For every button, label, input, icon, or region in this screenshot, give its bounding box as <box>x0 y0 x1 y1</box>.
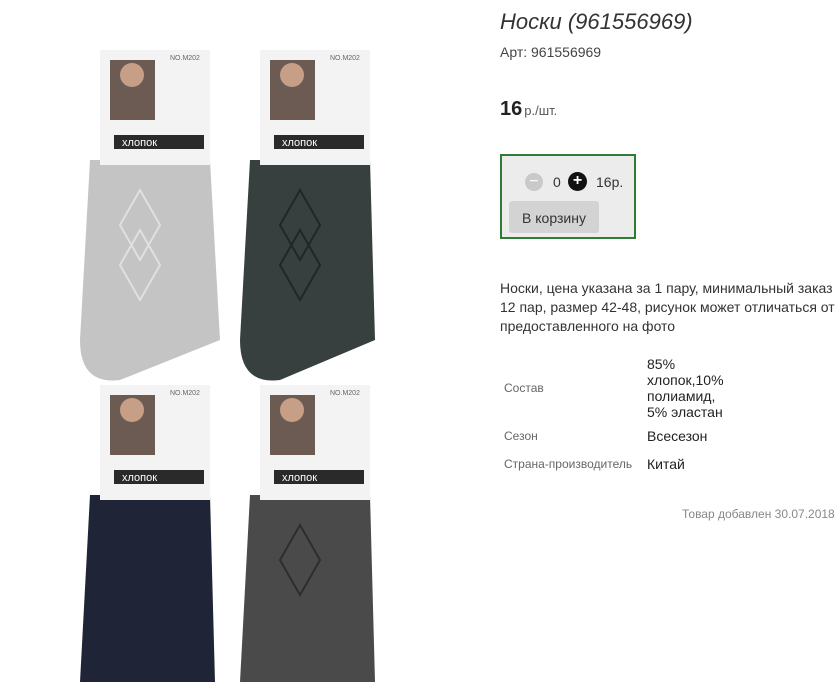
product-description: Носки, цена указана за 1 пару, минимальн… <box>500 280 835 334</box>
property-label: Сезон <box>504 429 538 443</box>
svg-text:NO.M202: NO.M202 <box>330 55 360 62</box>
sock-label-text: хлопок <box>122 137 157 149</box>
svg-text:NO.M202: NO.M202 <box>170 390 200 397</box>
property-value: Китай <box>647 456 685 472</box>
property-value: 85% хлопок,10% полиамид, 5% эластан <box>647 356 724 420</box>
svg-text:NO.M202: NO.M202 <box>330 390 360 397</box>
product-added-date: Товар добавлен 30.07.2018 <box>682 507 835 521</box>
product-sku: Арт: 961556969 <box>500 44 602 60</box>
sock-body <box>80 160 220 340</box>
price-amount: 16 <box>500 98 523 120</box>
product-price: 16 р./шт. <box>500 98 557 121</box>
quantity-value: 0 <box>553 174 561 190</box>
sock-navy: хлопок NO.M202 <box>70 375 230 682</box>
property-label: Страна-производитель <box>504 457 633 471</box>
property-label: Состав <box>504 381 544 395</box>
add-to-cart-button[interactable]: В корзину <box>509 201 599 233</box>
decrease-quantity-button[interactable]: − <box>525 173 543 191</box>
svg-text:хлопок: хлопок <box>122 472 157 484</box>
property-value: Всесезон <box>647 428 708 444</box>
svg-text:хлопок: хлопок <box>282 137 317 149</box>
svg-text:NO.M202: NO.M202 <box>170 55 200 62</box>
sock-dark-gray: хлопок NO.M202 <box>230 375 390 682</box>
price-unit: р./шт. <box>524 103 558 118</box>
svg-text:хлопок: хлопок <box>282 472 317 484</box>
product-image[interactable]: хлопок NO.M202 хлопок NO.M202 хлопок NO.… <box>70 40 390 682</box>
product-title: Носки (961556969) <box>500 9 693 34</box>
cart-sum: 16р. <box>596 174 624 190</box>
sock-light-gray: хлопок NO.M202 <box>70 40 230 385</box>
increase-quantity-button[interactable]: + <box>568 172 587 191</box>
sock-dark-green: хлопок NO.M202 <box>230 40 390 385</box>
add-to-cart-box: − 0 + 16р. В корзину <box>500 154 636 239</box>
